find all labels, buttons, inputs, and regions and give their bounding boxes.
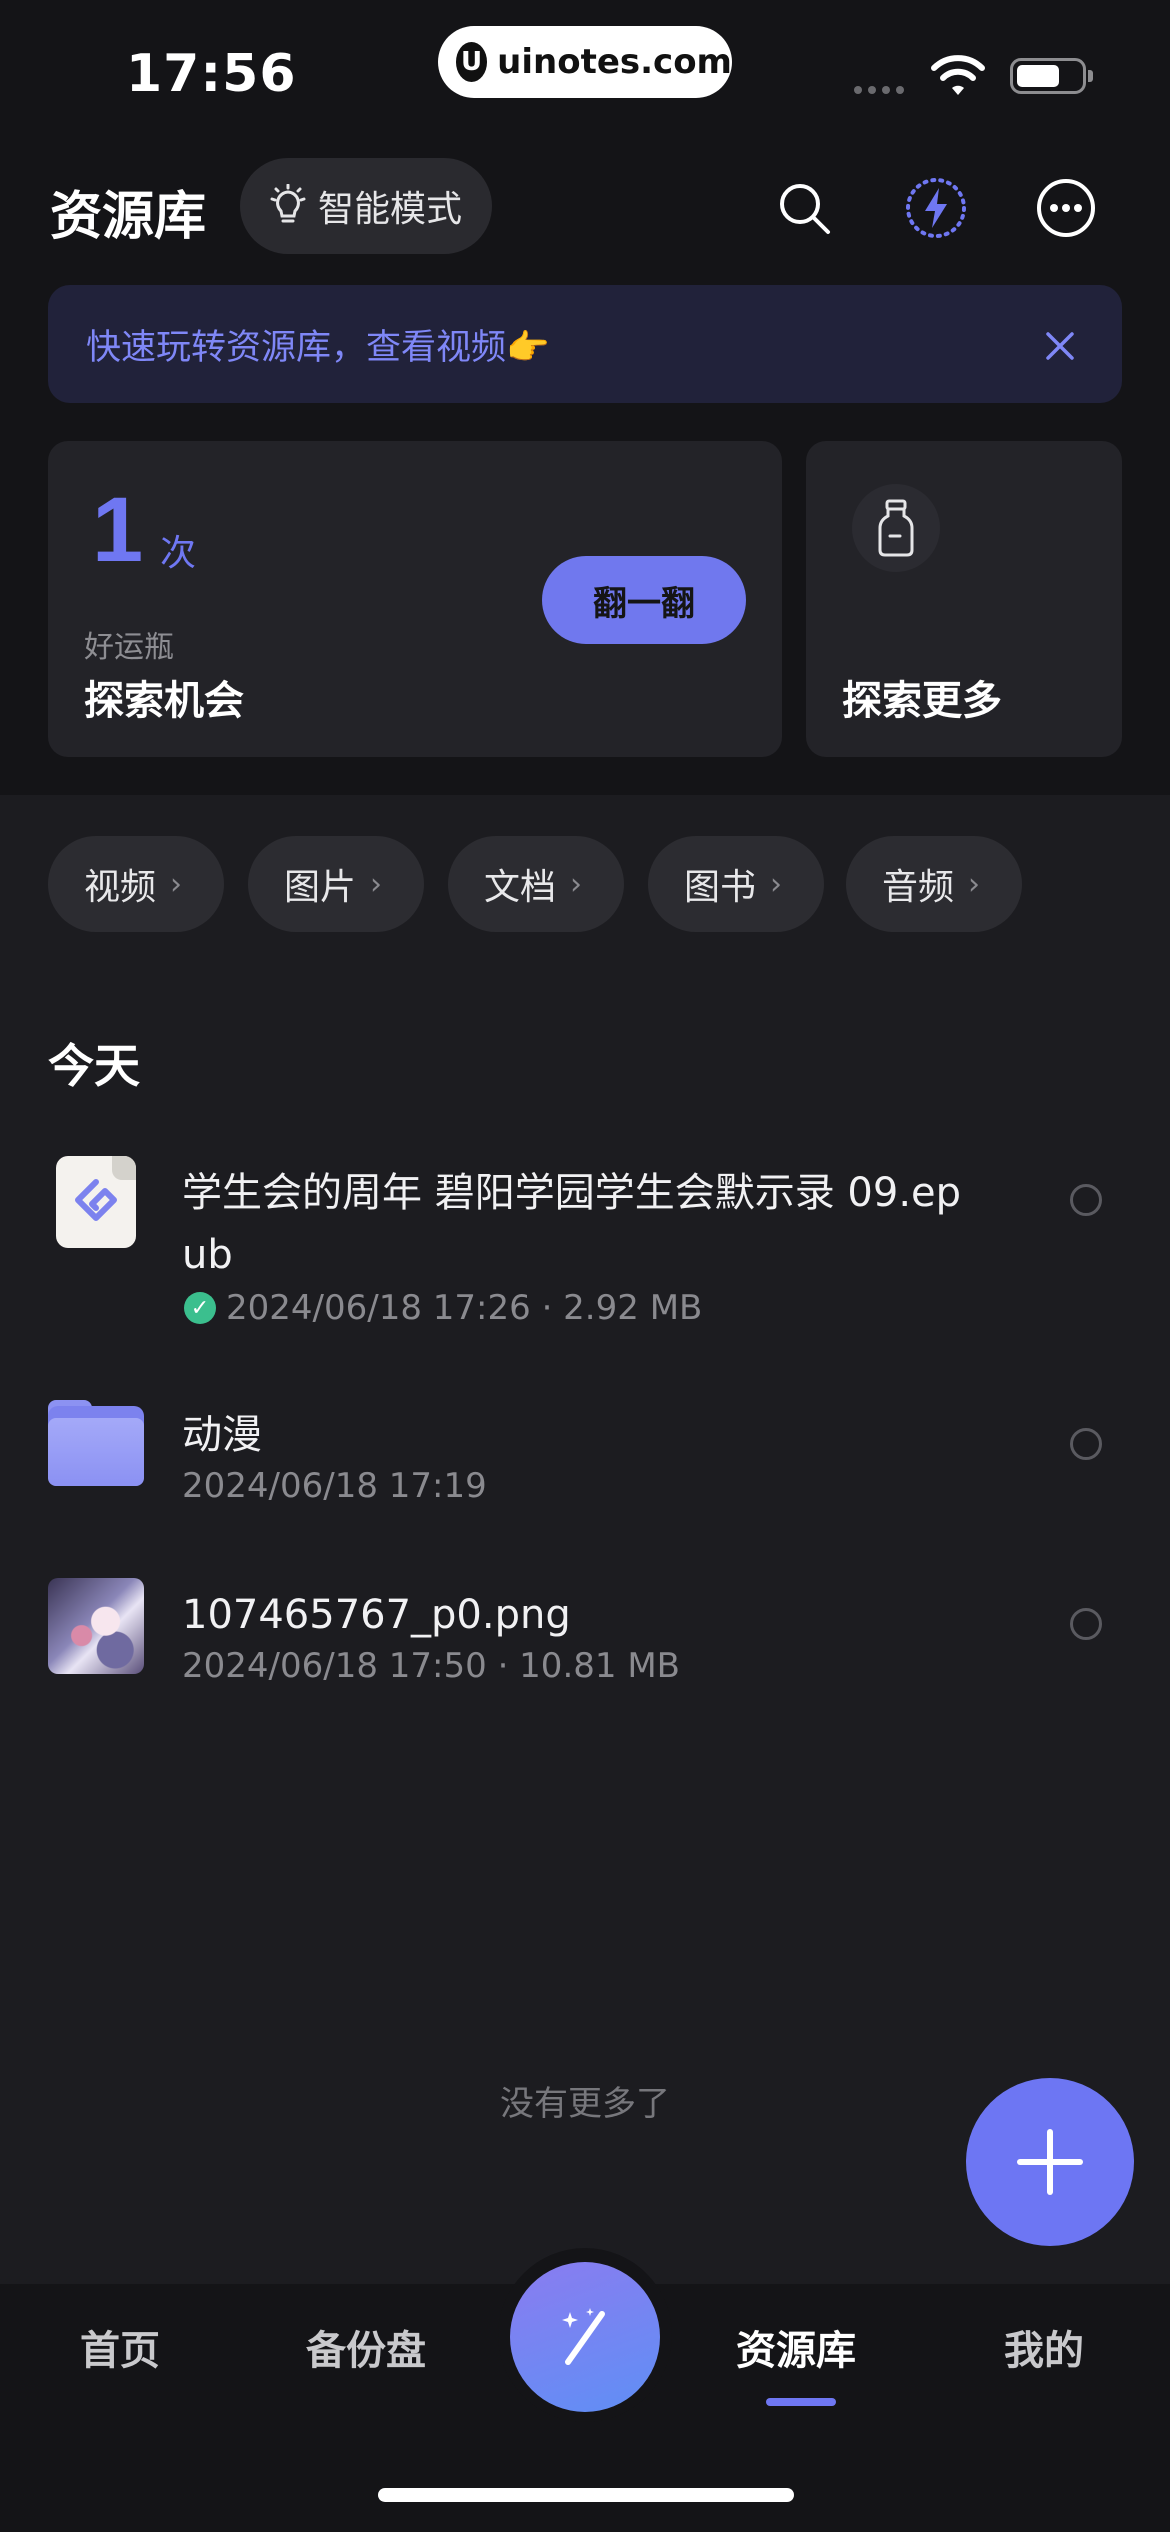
file-meta: 2024/06/18 17:26 · 2.92 MB: [226, 1288, 703, 1328]
chip-audio[interactable]: 音频 ›: [846, 836, 1022, 932]
wifi-icon: [931, 55, 985, 95]
select-radio[interactable]: [1070, 1184, 1102, 1216]
magic-wand-icon: [562, 2308, 605, 2365]
flip-button[interactable]: 翻一翻: [542, 556, 746, 644]
chip-books[interactable]: 图书 ›: [648, 836, 824, 932]
lucky-title: 探索机会: [84, 678, 244, 724]
search-icon[interactable]: [776, 180, 832, 236]
watermark-logo-icon: U: [456, 42, 488, 82]
bottle-icon: [852, 484, 940, 572]
tab-home[interactable]: 首页: [80, 2318, 160, 2376]
file-meta: 2024/06/18 17:19: [182, 1466, 487, 1506]
chevron-right-icon: ›: [370, 866, 383, 902]
lightbulb-icon: [270, 184, 306, 223]
tab-library[interactable]: 资源库: [736, 2318, 856, 2376]
active-tab-indicator: [766, 2398, 836, 2406]
chevron-right-icon: ›: [170, 866, 183, 902]
status-time: 17:56: [126, 44, 297, 104]
chip-label: 音频: [882, 867, 955, 908]
close-icon[interactable]: [1044, 330, 1076, 362]
select-radio[interactable]: [1070, 1608, 1102, 1640]
tab-backup[interactable]: 备份盘: [306, 2318, 426, 2376]
battery-tip: [1088, 70, 1093, 82]
smart-mode-label: 智能模式: [318, 189, 463, 230]
section-title-today: 今天: [48, 1039, 140, 1093]
chip-label: 图片: [284, 867, 357, 908]
plus-icon: [1017, 2129, 1083, 2195]
add-button[interactable]: [966, 2078, 1134, 2246]
watermark-pill: U uinotes.com: [438, 26, 732, 98]
chevron-right-icon: ›: [968, 866, 981, 902]
tutorial-banner[interactable]: 快速玩转资源库，查看视频👉: [48, 285, 1122, 403]
file-name[interactable]: 107465767_p0.png: [182, 1584, 571, 1646]
smart-mode-button[interactable]: 智能模式: [240, 158, 492, 254]
bolt-icon[interactable]: [904, 176, 968, 240]
lucky-count: 1: [92, 479, 144, 581]
chip-documents[interactable]: 文档 ›: [448, 836, 624, 932]
file-name[interactable]: 动漫: [182, 1404, 262, 1466]
more-icon[interactable]: [1036, 178, 1096, 238]
chevron-right-icon: ›: [570, 866, 583, 902]
chip-label: 视频: [84, 867, 157, 908]
home-indicator[interactable]: [378, 2488, 794, 2502]
file-meta: 2024/06/18 17:50 · 10.81 MB: [182, 1646, 680, 1686]
chip-label: 图书: [684, 867, 757, 908]
synced-check-icon: ✓: [184, 1292, 216, 1324]
chip-images[interactable]: 图片 ›: [248, 836, 424, 932]
battery-icon: [1010, 58, 1086, 94]
file-name[interactable]: 学生会的周年 碧阳学园学生会默示录 09.ep ub: [182, 1162, 1022, 1286]
magic-wand-button[interactable]: [510, 2262, 660, 2412]
watermark-text: uinotes.com: [497, 42, 732, 82]
chip-video[interactable]: 视频 ›: [48, 836, 224, 932]
page-title: 资源库: [50, 187, 207, 247]
tab-me[interactable]: 我的: [1004, 2318, 1084, 2376]
select-radio[interactable]: [1070, 1428, 1102, 1460]
lucky-unit: 次: [160, 533, 197, 574]
epub-file-fold: [112, 1156, 136, 1180]
chevron-right-icon: ›: [770, 866, 783, 902]
chip-label: 文档: [484, 867, 557, 908]
folder-icon-front: [48, 1418, 144, 1486]
explore-title: 探索更多: [842, 678, 1002, 724]
image-thumbnail: [48, 1578, 144, 1674]
banner-text: 快速玩转资源库，查看视频👉: [86, 327, 550, 368]
lucky-subtitle: 好运瓶: [84, 630, 174, 665]
cellular-signal-icon: [854, 86, 904, 94]
